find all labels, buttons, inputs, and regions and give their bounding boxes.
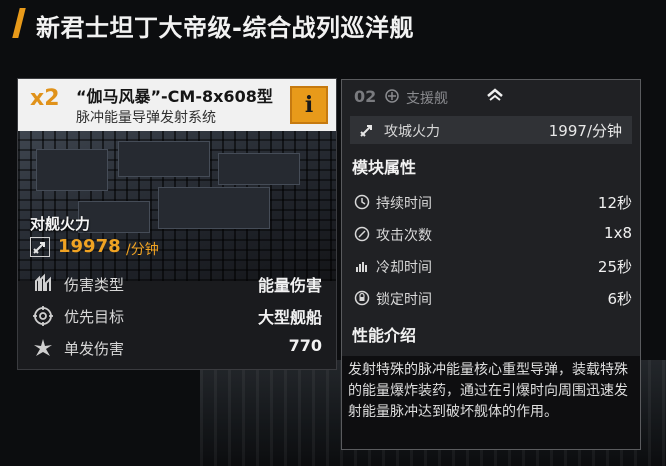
siege-firepower-value: 1997/分钟 bbox=[548, 122, 622, 140]
weapon-name: “伽马风暴”-CM-8x608型 bbox=[76, 87, 273, 106]
attribute-label: 锁定时间 bbox=[376, 292, 432, 308]
ship-role: 支援舰 bbox=[406, 91, 448, 107]
siege-firepower-row: 攻城火力 1997/分钟 bbox=[350, 116, 632, 144]
module-attributes-title: 模块属性 bbox=[352, 158, 417, 177]
module-detail-panel: 02 支援舰 攻城火力 1997/分钟 模块属性 持续时间 12秒 攻击次数 1… bbox=[341, 79, 641, 450]
stat-label: 伤害类型 bbox=[64, 276, 125, 294]
performance-description: 发射特殊的脉冲能量核心重型导弹，装载特殊的能量爆炸装药，通过在引爆时向周围迅速发… bbox=[348, 362, 628, 420]
weapon-module-block bbox=[36, 149, 108, 191]
info-button[interactable]: i bbox=[290, 86, 328, 124]
attribute-label: 持续时间 bbox=[376, 196, 432, 212]
weapon-module-block bbox=[118, 141, 210, 177]
stat-row-damage-type: 伤害类型 能量伤害 bbox=[18, 267, 336, 299]
attribute-value: 6秒 bbox=[607, 290, 632, 308]
stat-label: 单发伤害 bbox=[64, 340, 125, 358]
ship-index: 02 bbox=[354, 87, 377, 106]
siege-firepower-label: 攻城火力 bbox=[384, 124, 440, 140]
siege-firepower-icon bbox=[358, 121, 376, 139]
clock-icon bbox=[354, 194, 370, 210]
attribute-row: 攻击次数 1x8 bbox=[354, 222, 632, 248]
stat-row-target: 优先目标 大型舰船 bbox=[18, 299, 336, 331]
weapon-module-block bbox=[158, 187, 270, 229]
panel-top-bar: 02 支援舰 bbox=[342, 80, 640, 112]
anti-ship-firepower-icon bbox=[30, 237, 50, 257]
firepower-value: 19978 bbox=[58, 236, 121, 257]
page-title: 新君士坦丁大帝级-综合战列巡洋舰 bbox=[36, 14, 414, 42]
attribute-row: 持续时间 12秒 bbox=[354, 190, 632, 216]
attribute-value: 12秒 bbox=[597, 194, 632, 212]
target-icon bbox=[32, 305, 54, 327]
weapon-card-header: x2 “伽马风暴”-CM-8x608型 脉冲能量导弹发射系统 i bbox=[18, 79, 336, 131]
performance-intro-title: 性能介绍 bbox=[352, 326, 417, 345]
burst-damage-icon bbox=[32, 337, 54, 359]
attribute-row: 锁定时间 6秒 bbox=[354, 286, 632, 312]
weapon-card: x2 “伽马风暴”-CM-8x608型 脉冲能量导弹发射系统 i 对舰火力 19… bbox=[17, 78, 337, 370]
cooldown-icon bbox=[354, 258, 370, 274]
attribute-row: 冷却时间 25秒 bbox=[354, 254, 632, 280]
stat-value: 能量伤害 bbox=[257, 276, 322, 295]
attack-count-icon bbox=[354, 226, 370, 242]
title-bar: 新君士坦丁大帝级-综合战列巡洋舰 bbox=[0, 0, 666, 52]
attribute-label: 攻击次数 bbox=[376, 228, 432, 244]
chevron-up-icon[interactable] bbox=[484, 84, 506, 106]
support-ship-icon bbox=[384, 88, 400, 104]
stat-value: 大型舰船 bbox=[257, 308, 322, 327]
stat-label: 优先目标 bbox=[64, 308, 125, 326]
attribute-label: 冷却时间 bbox=[376, 260, 432, 276]
title-accent-bar bbox=[12, 8, 26, 38]
weapon-quantity: x2 bbox=[30, 86, 60, 111]
stat-value: 770 bbox=[288, 336, 322, 355]
lock-on-icon bbox=[354, 290, 370, 306]
weapon-image bbox=[18, 131, 336, 281]
weapon-system: 脉冲能量导弹发射系统 bbox=[76, 110, 216, 126]
attribute-value: 25秒 bbox=[597, 258, 632, 276]
description-box: 发射特殊的脉冲能量核心重型导弹，装载特殊的能量爆炸装药，通过在引爆时向周围迅速发… bbox=[342, 356, 640, 449]
weapon-module-block bbox=[218, 153, 300, 185]
firepower-unit: /分钟 bbox=[126, 242, 159, 258]
damage-type-icon bbox=[32, 273, 54, 295]
stat-row-burst-damage: 单发伤害 770 bbox=[18, 331, 336, 363]
firepower-label: 对舰火力 bbox=[30, 215, 91, 233]
attribute-value: 1x8 bbox=[604, 224, 632, 242]
